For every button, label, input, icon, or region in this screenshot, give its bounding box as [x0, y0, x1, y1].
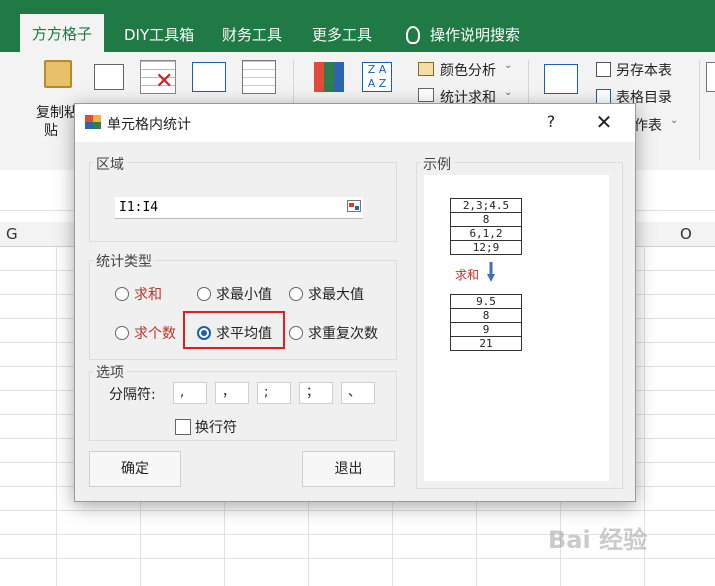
radio-sum-label: 求和 [134, 287, 162, 303]
find-icon[interactable] [242, 60, 276, 94]
table-icon[interactable] [94, 64, 124, 90]
move-sheet-icon[interactable] [544, 64, 578, 94]
radio-circle[interactable] [289, 326, 303, 340]
close-button[interactable]: ✕ [593, 110, 615, 134]
example-operation-label: 求和 [455, 268, 480, 282]
app-logo-icon [85, 115, 101, 129]
example-input-cell: 6,1,2 [450, 226, 522, 241]
tab-fangfang[interactable]: 方方格子 [20, 14, 105, 52]
radio-repeat-count-label: 求重复次数 [308, 326, 378, 342]
radio-circle[interactable] [115, 287, 129, 301]
tab-diy-toolbox[interactable]: DIY工具箱 [124, 18, 194, 52]
ribbon-tab-bar: 方方格子 DIY工具箱 财务工具 更多工具 操作说明搜索 [0, 0, 715, 52]
radio-min[interactable]: 求最小值 [197, 284, 272, 304]
save-icon[interactable] [596, 62, 611, 77]
column-o-header[interactable]: O [680, 225, 692, 243]
tab-more-tools[interactable]: 更多工具 [312, 18, 372, 52]
options-label: 选项 [93, 362, 127, 382]
example-panel: 2,3;4.5 8 6,1,2 12;9 求和 9.5 8 9 21 [424, 175, 609, 481]
color-analysis-label[interactable]: 颜色分析 [440, 60, 496, 80]
cut-off-icon[interactable] [706, 62, 715, 92]
exit-button[interactable]: 退出 [302, 451, 395, 487]
sum-stats-icon[interactable] [418, 88, 434, 102]
lightbulb-icon [406, 26, 420, 44]
copy-paste-label[interactable]: 复制粘 [36, 102, 78, 122]
radio-count-label: 求个数 [134, 326, 176, 342]
radio-max[interactable]: 求最大值 [289, 284, 364, 304]
highlight-box [183, 311, 285, 349]
chevron-down-icon[interactable]: ⌄ [670, 115, 678, 126]
sort-az-icon[interactable]: Z AA Z [362, 62, 392, 92]
dialog-titlebar[interactable]: 单元格内统计 ? ✕ [75, 104, 635, 142]
separator-label: 分隔符: [109, 387, 156, 403]
separator-input-4[interactable]: ； [299, 382, 333, 404]
radio-min-label: 求最小值 [216, 287, 272, 303]
chevron-down-icon[interactable]: ⌄ [504, 87, 512, 98]
dialog-title: 单元格内统计 [107, 117, 191, 133]
arrow-down-icon [487, 262, 495, 282]
gridline [0, 558, 715, 559]
newline-checkbox[interactable] [175, 419, 191, 435]
help-search[interactable]: 操作说明搜索 [406, 18, 520, 52]
separator-input-3[interactable]: ; [257, 382, 291, 404]
stat-type-label: 统计类型 [93, 251, 155, 271]
save-table-label[interactable]: 另存本表 [616, 60, 672, 80]
watermark: Bai 经验 [548, 526, 648, 554]
range-picker-icon[interactable] [347, 200, 361, 212]
example-output-table: 9.5 8 9 21 [450, 294, 522, 351]
example-output-cell: 9 [450, 322, 522, 337]
table-toc-icon[interactable] [596, 89, 611, 104]
help-search-label: 操作说明搜索 [430, 26, 521, 44]
range-input[interactable] [115, 197, 363, 219]
radio-max-label: 求最大值 [308, 287, 364, 303]
ok-button[interactable]: 确定 [89, 451, 181, 487]
example-input-table: 2,3;4.5 8 6,1,2 12;9 [450, 198, 522, 255]
separator-input-1[interactable]: , [173, 382, 207, 404]
separator-input-5[interactable]: 、 [341, 382, 375, 404]
clipboard-icon[interactable] [44, 60, 72, 88]
convert-icon[interactable] [192, 62, 226, 92]
radio-circle[interactable] [115, 326, 129, 340]
color-columns-icon[interactable] [314, 62, 344, 92]
radio-count[interactable]: 求个数 [115, 323, 176, 343]
radio-circle[interactable] [289, 287, 303, 301]
help-button[interactable]: ? [541, 112, 561, 131]
radio-repeat-count[interactable]: 求重复次数 [289, 323, 378, 343]
copy-paste-label-2[interactable]: 贴 [44, 120, 58, 140]
example-label: 示例 [420, 154, 454, 174]
example-input-cell: 12;9 [450, 240, 522, 255]
cell-stats-dialog: 单元格内统计 ? ✕ 区域 统计类型 求和 求最小值 求最大值 求个数 求平均值… [74, 103, 636, 502]
region-label: 区域 [93, 154, 127, 174]
example-output-cell: 21 [450, 336, 522, 351]
delete-grid-icon[interactable]: ✕ [140, 60, 176, 94]
column-g-header[interactable]: G [6, 225, 18, 243]
example-input-cell: 2,3;4.5 [450, 198, 522, 213]
example-input-cell: 8 [450, 212, 522, 227]
ribbon-separator [699, 60, 700, 160]
gridline [56, 246, 57, 586]
radio-sum[interactable]: 求和 [115, 284, 162, 304]
chevron-down-icon[interactable]: ⌄ [504, 60, 512, 71]
newline-label: 换行符 [195, 420, 237, 436]
separator-input-2[interactable]: ， [215, 382, 249, 404]
example-output-cell: 9.5 [450, 294, 522, 309]
sheet-menu-label[interactable]: 作表 [634, 115, 662, 135]
gridline [0, 510, 715, 511]
tab-finance-tools[interactable]: 财务工具 [222, 18, 282, 52]
example-output-cell: 8 [450, 308, 522, 323]
radio-circle[interactable] [197, 287, 211, 301]
color-analysis-icon[interactable] [418, 62, 434, 76]
